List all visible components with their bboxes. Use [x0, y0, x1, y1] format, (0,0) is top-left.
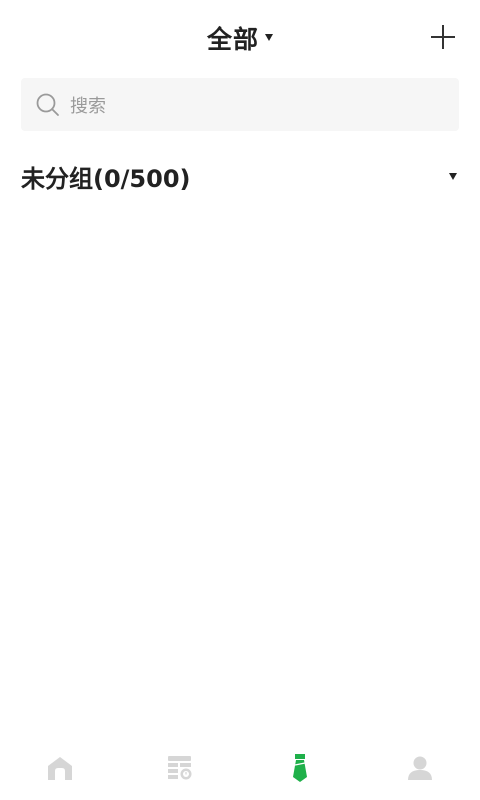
- tab-schedule[interactable]: [120, 736, 240, 800]
- add-button[interactable]: [426, 20, 460, 54]
- plus-icon: [431, 25, 455, 49]
- user-icon: [408, 756, 432, 780]
- title-dropdown[interactable]: 全部: [0, 20, 480, 56]
- tie-icon: [293, 754, 307, 782]
- search-icon: [35, 92, 61, 118]
- home-icon: [48, 757, 72, 780]
- group-title: 未分组(0/500): [21, 164, 191, 193]
- caret-down-icon: [265, 33, 273, 41]
- tab-profile[interactable]: [360, 736, 480, 800]
- contacts-screen: 全部 搜索 未分组(0/500): [0, 0, 480, 800]
- search-placeholder: 搜索: [70, 95, 106, 117]
- page-title: 全部: [206, 25, 259, 54]
- top-bar: 全部: [0, 0, 480, 76]
- tab-jobs[interactable]: [240, 736, 360, 800]
- tab-home[interactable]: [0, 736, 120, 800]
- calendar-list-icon: [168, 756, 192, 780]
- caret-down-icon: [449, 172, 457, 180]
- search-bar[interactable]: 搜索: [21, 78, 459, 131]
- group-row-ungrouped[interactable]: 未分组(0/500): [21, 150, 459, 202]
- bottom-tab-bar: [0, 736, 480, 800]
